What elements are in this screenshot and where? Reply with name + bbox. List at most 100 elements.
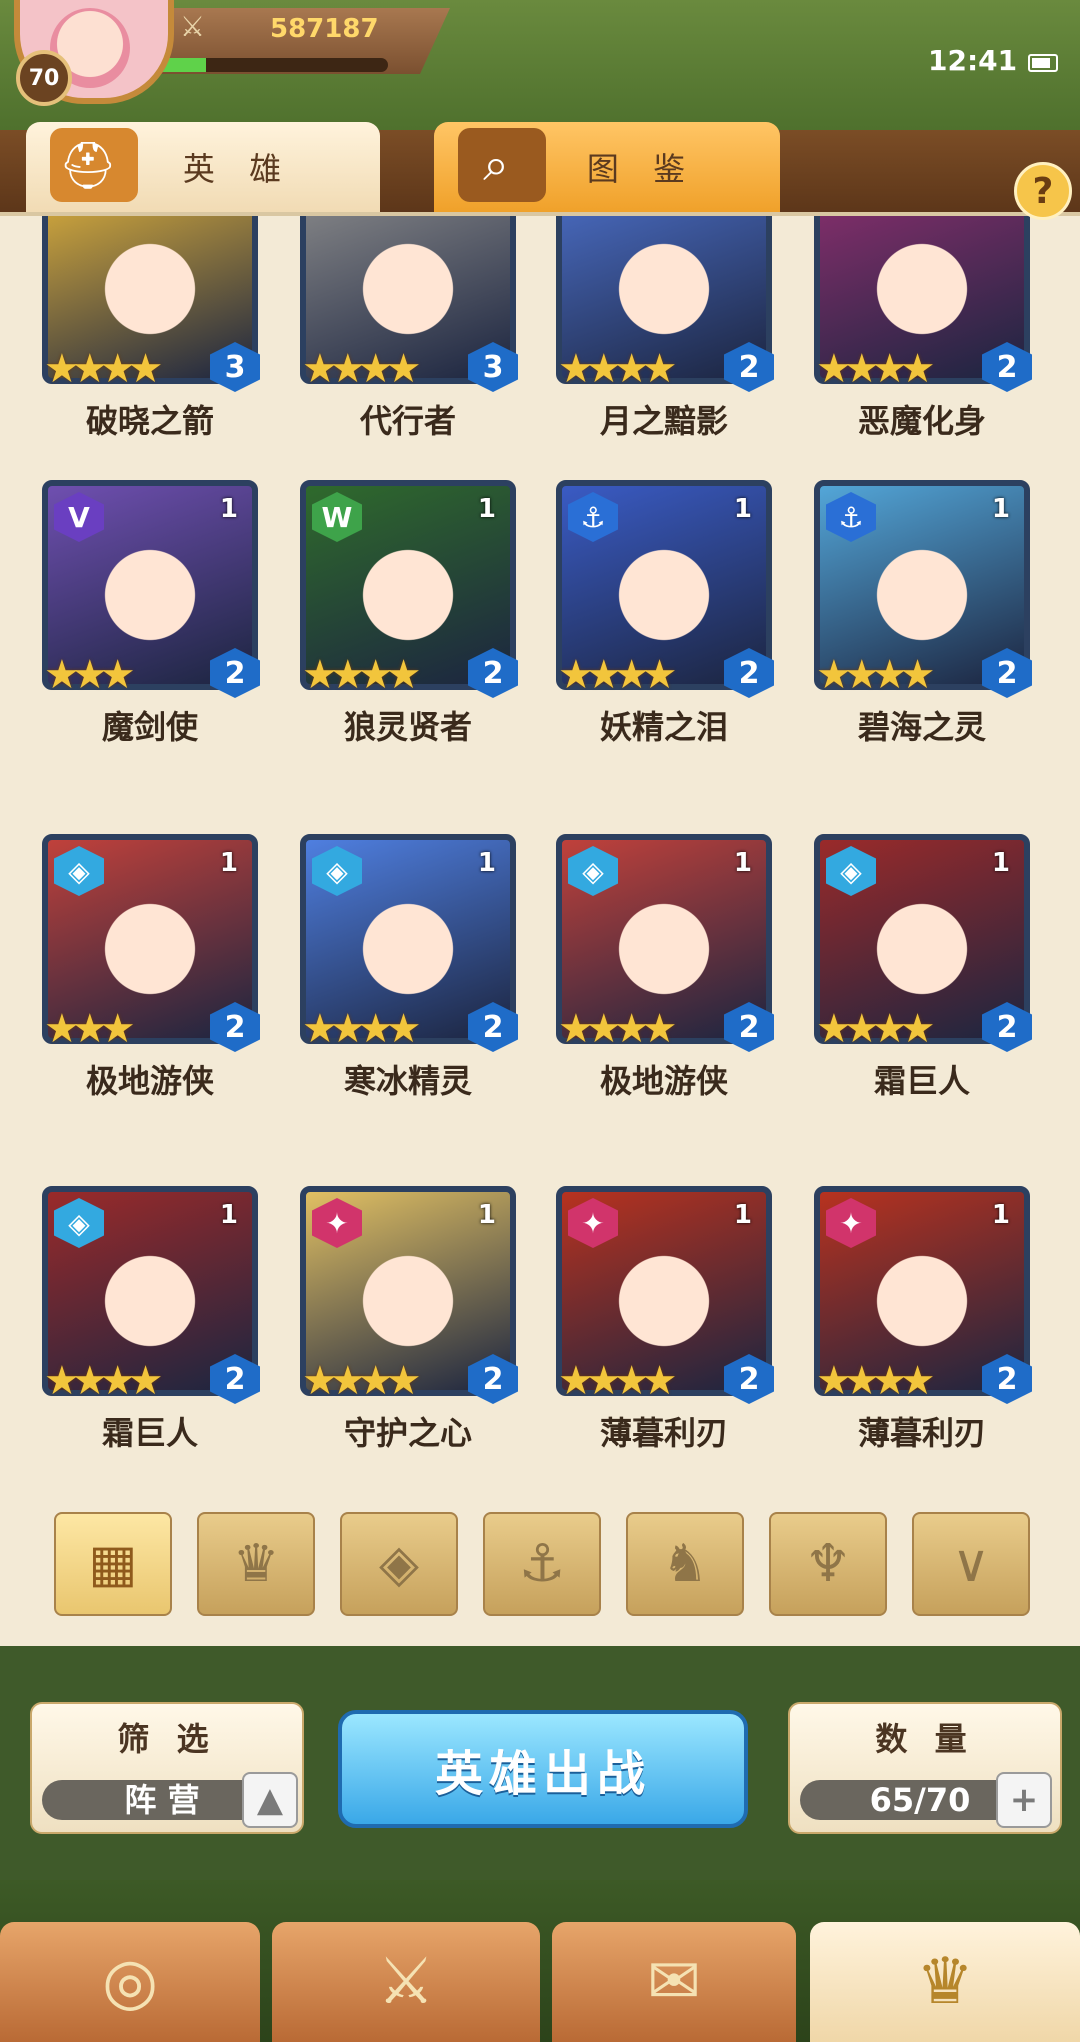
hero-name: 极地游侠	[85, 1062, 214, 1100]
hero-grid: ★★★★ 3 破晓之箭 ★★★★ 3 代行者 ★★★★ 2 月之黯影 ★★★★ 2 恶魔化身 V 1 ★★★…	[0, 216, 1080, 1466]
hero-card[interactable]: ⚓ 1 ★★★★ 2 妖精之泪	[556, 480, 776, 746]
tab-codex-label: 图 鉴	[586, 150, 698, 188]
hero-name: 霜巨人	[873, 1062, 970, 1100]
tab-heroes-label: 英 雄	[182, 150, 294, 188]
faction-badge-icon: ◈	[568, 846, 618, 896]
hero-card[interactable]: ★★★★ 2 恶魔化身	[814, 216, 1034, 440]
hero-stars: ★★★★	[558, 1006, 677, 1052]
faction-filter-button[interactable]: ∨	[912, 1512, 1030, 1616]
faction-badge-icon: ⚓	[568, 492, 618, 542]
hero-rank: 1	[219, 494, 238, 524]
hero-rank: 1	[477, 1200, 496, 1230]
hero-card[interactable]: ★★★★ 3 破晓之箭	[42, 216, 262, 440]
deploy-heroes-button[interactable]: 英雄出战	[338, 1710, 748, 1828]
hero-stars: ★★★	[44, 1006, 136, 1052]
hero-face	[862, 882, 982, 1003]
filter-toggle-button[interactable]: ▲	[242, 1772, 298, 1828]
plus-icon: +	[1009, 1780, 1039, 1820]
hero-stars: ★★★★	[44, 346, 163, 392]
hero-card[interactable]: V 1 ★★★ 2 魔剑使	[42, 480, 262, 746]
hero-stars: ★★★★	[302, 346, 421, 392]
hero-stars: ★★★★	[302, 1358, 421, 1404]
knight-helmet-icon: ⛑	[50, 128, 138, 202]
hero-card[interactable]: ✦ 1 ★★★★ 2 薄暮利刃	[814, 1186, 1034, 1452]
hero-card[interactable]: ✦ 1 ★★★★ 2 薄暮利刃	[556, 1186, 776, 1452]
faction-filter-button[interactable]: ♛	[197, 1512, 315, 1616]
nav-portal[interactable]: ◎	[0, 1922, 260, 2042]
hero-face	[604, 528, 724, 649]
hero-card[interactable]: ★★★★ 2 月之黯影	[556, 216, 776, 440]
hero-card[interactable]: ◈ 1 ★★★★ 2 寒冰精灵	[300, 834, 520, 1100]
hero-name: 代行者	[359, 402, 456, 440]
faction-filter-button[interactable]: ⚓	[483, 1512, 601, 1616]
hero-face	[90, 882, 210, 1003]
nav-heroes[interactable]: ♛	[810, 1922, 1080, 2042]
faction-filter-button[interactable]: ♞	[626, 1512, 744, 1616]
hero-card[interactable]: ⚓ 1 ★★★★ 2 碧海之灵	[814, 480, 1034, 746]
hero-name: 魔剑使	[101, 708, 198, 746]
faction-filter-button[interactable]: ♆	[769, 1512, 887, 1616]
hero-face	[348, 882, 468, 1003]
hero-face	[90, 1234, 210, 1355]
battery-icon	[1028, 54, 1058, 72]
hero-card[interactable]: ◈ 1 ★★★★ 2 极地游侠	[556, 834, 776, 1100]
experience-bar	[148, 58, 388, 72]
hero-name: 碧海之灵	[857, 708, 986, 746]
hero-card[interactable]: ★★★★ 3 代行者	[300, 216, 520, 440]
hero-rank: 1	[219, 848, 238, 878]
hero-stars: ★★★	[44, 652, 136, 698]
hero-face	[862, 222, 982, 343]
player-level-badge: 70	[16, 50, 72, 106]
tab-heroes[interactable]: ⛑ 英 雄	[26, 122, 380, 212]
increase-capacity-button[interactable]: +	[996, 1772, 1052, 1828]
hero-name: 极地游侠	[599, 1062, 728, 1100]
hero-stars: ★★★★	[302, 652, 421, 698]
hero-card[interactable]: ◈ 1 ★★★★ 2 霜巨人	[42, 1186, 262, 1452]
hero-face	[604, 222, 724, 343]
filter-box: 筛 选 阵 营 ▲	[30, 1702, 304, 1834]
hero-rank: 1	[733, 848, 752, 878]
hero-card[interactable]: ◈ 1 ★★★★ 2 霜巨人	[814, 834, 1034, 1100]
hero-stars: ★★★★	[816, 1006, 935, 1052]
hero-stars: ★★★★	[558, 346, 677, 392]
faction-badge-icon: ✦	[312, 1198, 362, 1248]
hero-name: 薄暮利刃	[599, 1414, 728, 1452]
hero-card[interactable]: W 1 ★★★★ 2 狼灵贤者	[300, 480, 520, 746]
hero-stars: ★★★★	[816, 346, 935, 392]
chevron-up-icon: ▲	[256, 1780, 284, 1820]
tab-codex[interactable]: ⌕ 图 鉴	[434, 122, 780, 212]
hero-list-panel: ★★★★ 3 破晓之箭 ★★★★ 3 代行者 ★★★★ 2 月之黯影 ★★★★ 2 恶魔化身 V 1 ★★★…	[0, 212, 1080, 1646]
nav-battle[interactable]: ⚔	[272, 1922, 540, 2042]
status-time: 12:41	[928, 44, 1018, 77]
hero-rank: 1	[991, 494, 1010, 524]
hero-name: 妖精之泪	[599, 708, 728, 746]
count-box: 数 量 65/70 +	[788, 1702, 1062, 1834]
hero-name: 薄暮利刃	[857, 1414, 986, 1452]
faction-badge-icon: ◈	[826, 846, 876, 896]
hero-card[interactable]: ◈ 1 ★★★ 2 极地游侠	[42, 834, 262, 1100]
filter-label: 筛 选	[117, 1720, 217, 1758]
faction-badge-icon: W	[312, 492, 362, 542]
all-grid-icon: ▦	[88, 1534, 138, 1594]
scroll-map-icon: ✉	[647, 1945, 701, 2019]
faction-filter-button[interactable]: ◈	[340, 1512, 458, 1616]
hero-card[interactable]: ✦ 1 ★★★★ 2 守护之心	[300, 1186, 520, 1452]
hero-name: 寒冰精灵	[343, 1062, 472, 1100]
hero-name: 月之黯影	[599, 402, 728, 440]
faction-badge-icon: ✦	[568, 1198, 618, 1248]
magnifier-icon: ⌕	[458, 128, 546, 202]
help-button[interactable]: ?	[1014, 162, 1072, 220]
hero-name: 狼灵贤者	[343, 708, 472, 746]
hero-face	[348, 1234, 468, 1355]
hero-face	[862, 528, 982, 649]
hero-face	[348, 222, 468, 343]
nav-adventure[interactable]: ✉	[552, 1922, 796, 2042]
demon-horns-icon: ♆	[804, 1534, 852, 1594]
gold-amount: 587187	[270, 14, 379, 44]
fire-crown-icon: ♛	[232, 1534, 280, 1594]
crossed-swords-icon: ⚔	[180, 10, 206, 43]
faction-badge-icon: ◈	[312, 846, 362, 896]
ice-diamond-icon: ◈	[379, 1534, 419, 1594]
anchor-icon: ⚓	[518, 1534, 566, 1594]
faction-filter-button[interactable]: ▦	[54, 1512, 172, 1616]
